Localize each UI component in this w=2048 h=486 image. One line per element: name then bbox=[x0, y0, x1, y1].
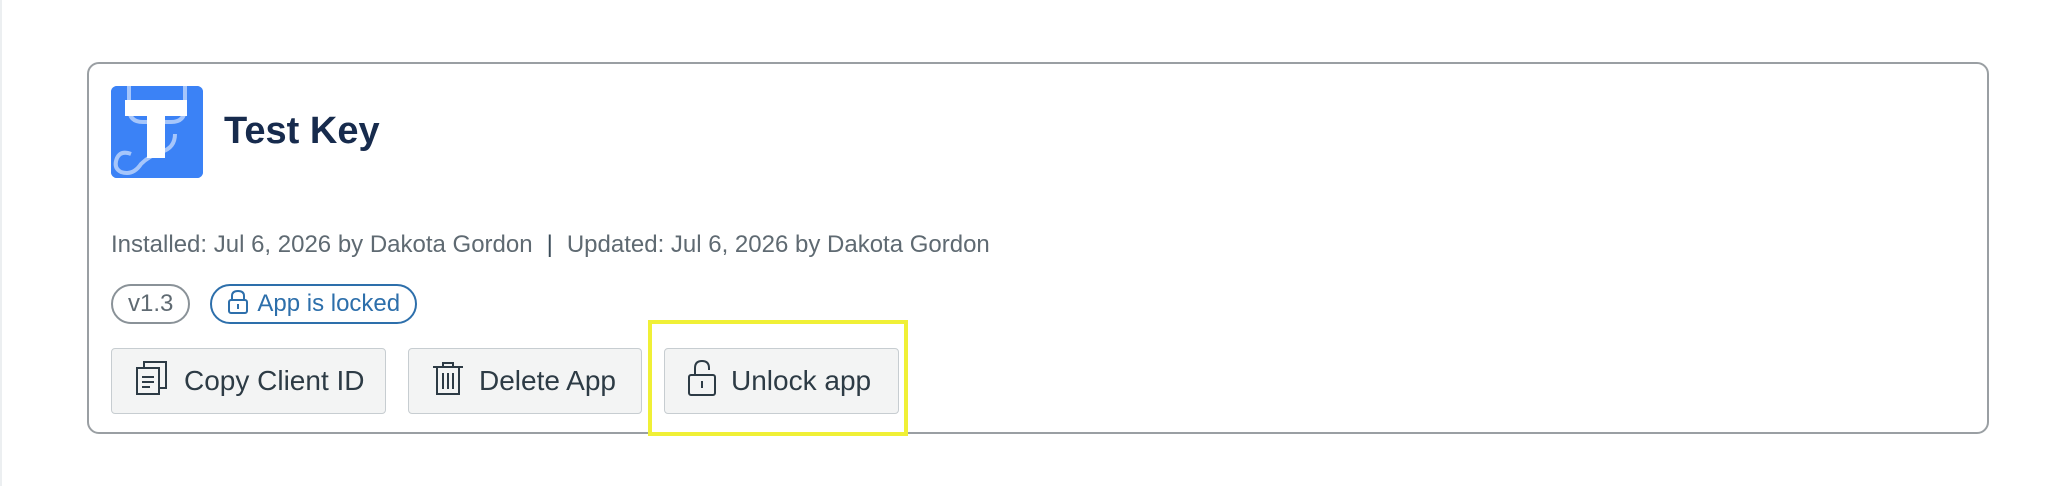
version-label: v1.3 bbox=[128, 290, 174, 317]
badge-row: v1.3 App is locked bbox=[111, 284, 418, 324]
locked-label: App is locked bbox=[257, 290, 401, 317]
copy-client-id-button[interactable]: Copy Client ID bbox=[111, 348, 386, 414]
lock-icon bbox=[227, 289, 249, 320]
unlock-app-label: Unlock app bbox=[731, 365, 872, 396]
delete-app-button[interactable]: Delete App bbox=[408, 348, 642, 414]
unlock-app-button[interactable]: Unlock app bbox=[664, 348, 899, 414]
locked-badge: App is locked bbox=[210, 284, 418, 324]
trash-icon bbox=[431, 360, 465, 403]
copy-client-id-label: Copy Client ID bbox=[184, 365, 365, 396]
app-card: Test Key Installed: Jul 6, 2026 by Dakot… bbox=[87, 62, 1989, 434]
installed-info: Installed: Jul 6, 2026 by Dakota Gordon bbox=[111, 231, 533, 258]
app-title: Test Key bbox=[224, 110, 380, 152]
install-meta: Installed: Jul 6, 2026 by Dakota Gordon |… bbox=[111, 230, 990, 260]
delete-app-label: Delete App bbox=[479, 365, 616, 396]
left-rule bbox=[0, 0, 2, 486]
unlock-icon bbox=[687, 359, 717, 404]
meta-separator: | bbox=[546, 231, 553, 258]
copy-icon bbox=[134, 360, 170, 403]
app-logo-icon bbox=[111, 86, 203, 178]
version-badge: v1.3 bbox=[111, 284, 191, 324]
updated-info: Updated: Jul 6, 2026 by Dakota Gordon bbox=[566, 231, 990, 258]
action-bar: Copy Client ID Delete App Unlock app bbox=[111, 348, 899, 414]
